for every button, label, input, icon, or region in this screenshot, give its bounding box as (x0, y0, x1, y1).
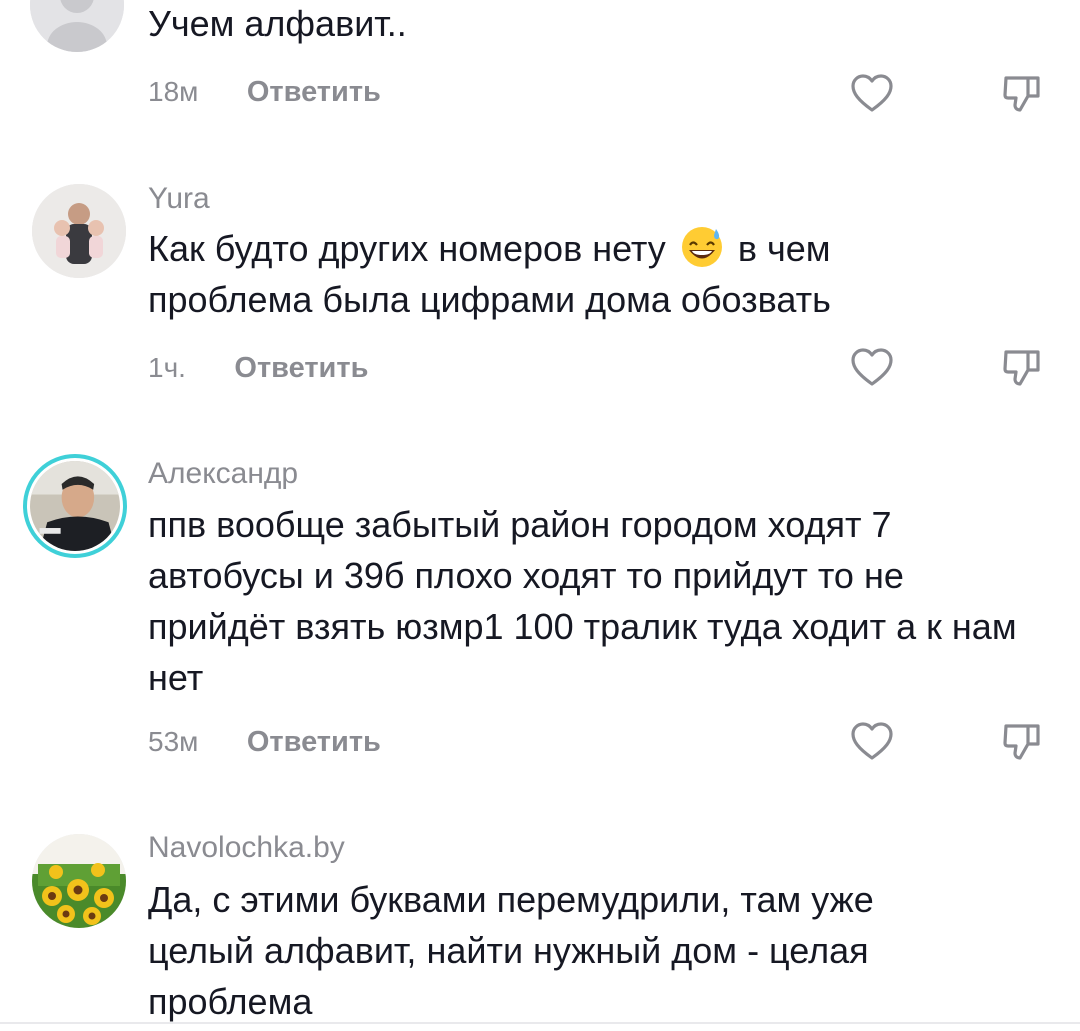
comment-meta: 18м Ответить (148, 72, 381, 112)
dislike-button[interactable] (998, 70, 1046, 118)
like-button[interactable] (848, 70, 896, 118)
thumbs-down-icon (1003, 350, 1040, 386)
comment-time: 18м (148, 76, 199, 107)
like-button[interactable] (848, 344, 896, 392)
avatar[interactable] (32, 184, 126, 278)
avatar[interactable] (23, 454, 127, 558)
comment-meta: 53м Ответить (148, 722, 381, 762)
thumbs-down-icon (1003, 76, 1040, 112)
like-button[interactable] (848, 718, 896, 766)
reply-button[interactable]: Ответить (247, 72, 381, 112)
comment-text: Как будто других номеров нету в чем проб… (148, 223, 908, 325)
dislike-button[interactable] (998, 718, 1046, 766)
comment-time: 1ч. (148, 352, 186, 383)
avatar[interactable] (30, 0, 124, 52)
reply-button[interactable]: Ответить (247, 722, 381, 762)
comment-username[interactable]: Александр (148, 456, 298, 492)
avatar[interactable] (32, 834, 126, 928)
user-photo-icon (32, 184, 126, 278)
user-photo-icon (30, 461, 120, 551)
thumbs-down-icon (1003, 724, 1040, 760)
grinning-sweat-emoji-icon (680, 225, 724, 269)
comment-meta: 1ч. Ответить (148, 348, 368, 388)
comment-text-part: Как будто других номеров нету (148, 228, 666, 269)
heart-outline-icon (851, 348, 893, 386)
comment-text: Учем алфавит.. (148, 3, 407, 44)
comment-username[interactable]: Navolochka.by (148, 830, 345, 866)
comment-text: ппв вообще забытый район городом ходят 7… (148, 504, 1017, 698)
heart-outline-icon (851, 722, 893, 760)
default-avatar-icon (30, 0, 124, 52)
comment-time: 53м (148, 726, 199, 757)
divider (0, 1022, 1080, 1024)
comment-text: Да, с этими буквами перемудрили, там уже… (148, 879, 874, 1022)
reply-button[interactable]: Ответить (234, 348, 368, 388)
heart-outline-icon (851, 74, 893, 112)
sunflower-bedding-photo-icon (32, 834, 126, 928)
dislike-button[interactable] (998, 344, 1046, 392)
comment-username[interactable]: Yura (148, 181, 210, 217)
